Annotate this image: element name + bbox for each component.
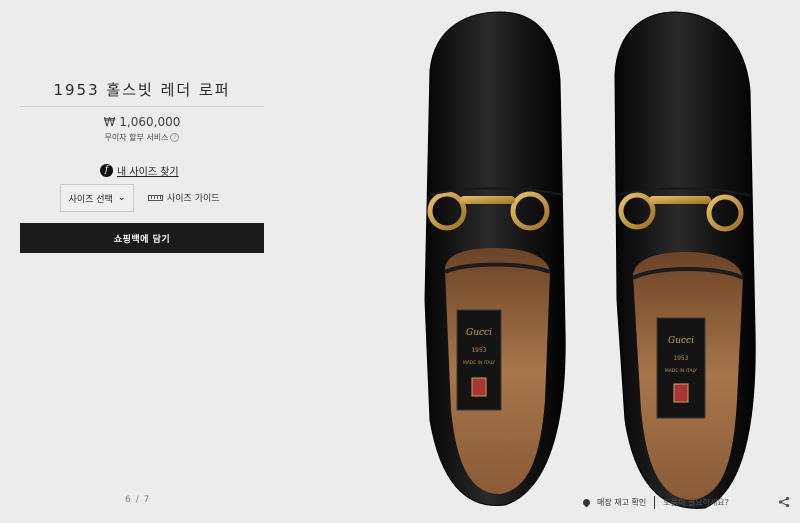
product-title: 1953 홀스빗 레더 로퍼 (53, 81, 231, 99)
find-my-size-link[interactable]: f 내 사이즈 찾기 (100, 162, 179, 178)
help-link[interactable]: 도움이 필요하세요? (663, 497, 729, 508)
insole-origin: MADE IN ITALY (463, 360, 496, 366)
divider (654, 496, 656, 509)
size-select[interactable]: 사이즈 선택 ⌄ (60, 184, 134, 212)
ruler-icon (148, 194, 163, 201)
product-panel: 1953 홀스빗 레더 로퍼 ₩ 1,060,000 무이자 할부 서비스? f… (0, 0, 285, 523)
size-guide-link[interactable]: 사이즈 가이드 (148, 191, 220, 204)
store-footer: 매장 재고 확인 도움이 필요하세요? (581, 496, 729, 509)
insole-label-right (656, 317, 706, 419)
installment-info[interactable]: 무이자 할부 서비스? (20, 132, 264, 143)
installment-label: 무이자 할부 서비스 (104, 133, 169, 142)
fit-finder-icon: f (100, 163, 113, 177)
chevron-down-icon: ⌄ (117, 193, 126, 203)
add-to-bag-button[interactable]: 쇼핑백에 담기 (20, 223, 264, 253)
insole-brand: Gucci (466, 328, 492, 338)
gallery-pager: 6 / 7 (125, 495, 151, 505)
share-icon[interactable] (778, 496, 790, 508)
store-stock-link[interactable]: 매장 재고 확인 (597, 497, 646, 508)
left-loafer: Gucci 1953 MADE IN ITALY (424, 11, 566, 507)
insole-brand-right: Gucci (668, 336, 694, 346)
right-loafer: Gucci 1953 MADE IN ITALY (614, 11, 756, 509)
size-select-label: 사이즈 선택 (68, 194, 113, 205)
pin-icon (581, 497, 592, 508)
info-icon[interactable]: ? (170, 133, 180, 142)
insole-origin-right: MADE IN ITALY (665, 368, 698, 374)
size-guide-label: 사이즈 가이드 (167, 194, 220, 204)
product-price: ₩ 1,060,000 (103, 115, 181, 129)
product-image[interactable]: Gucci 1953 MADE IN ITALY Gucci 1953 MADE… (385, 0, 800, 523)
title-divider (20, 106, 264, 107)
find-my-size-label: 내 사이즈 찾기 (117, 166, 179, 178)
insole-year-right: 1953 (673, 355, 688, 362)
insole-year: 1953 (471, 347, 486, 354)
